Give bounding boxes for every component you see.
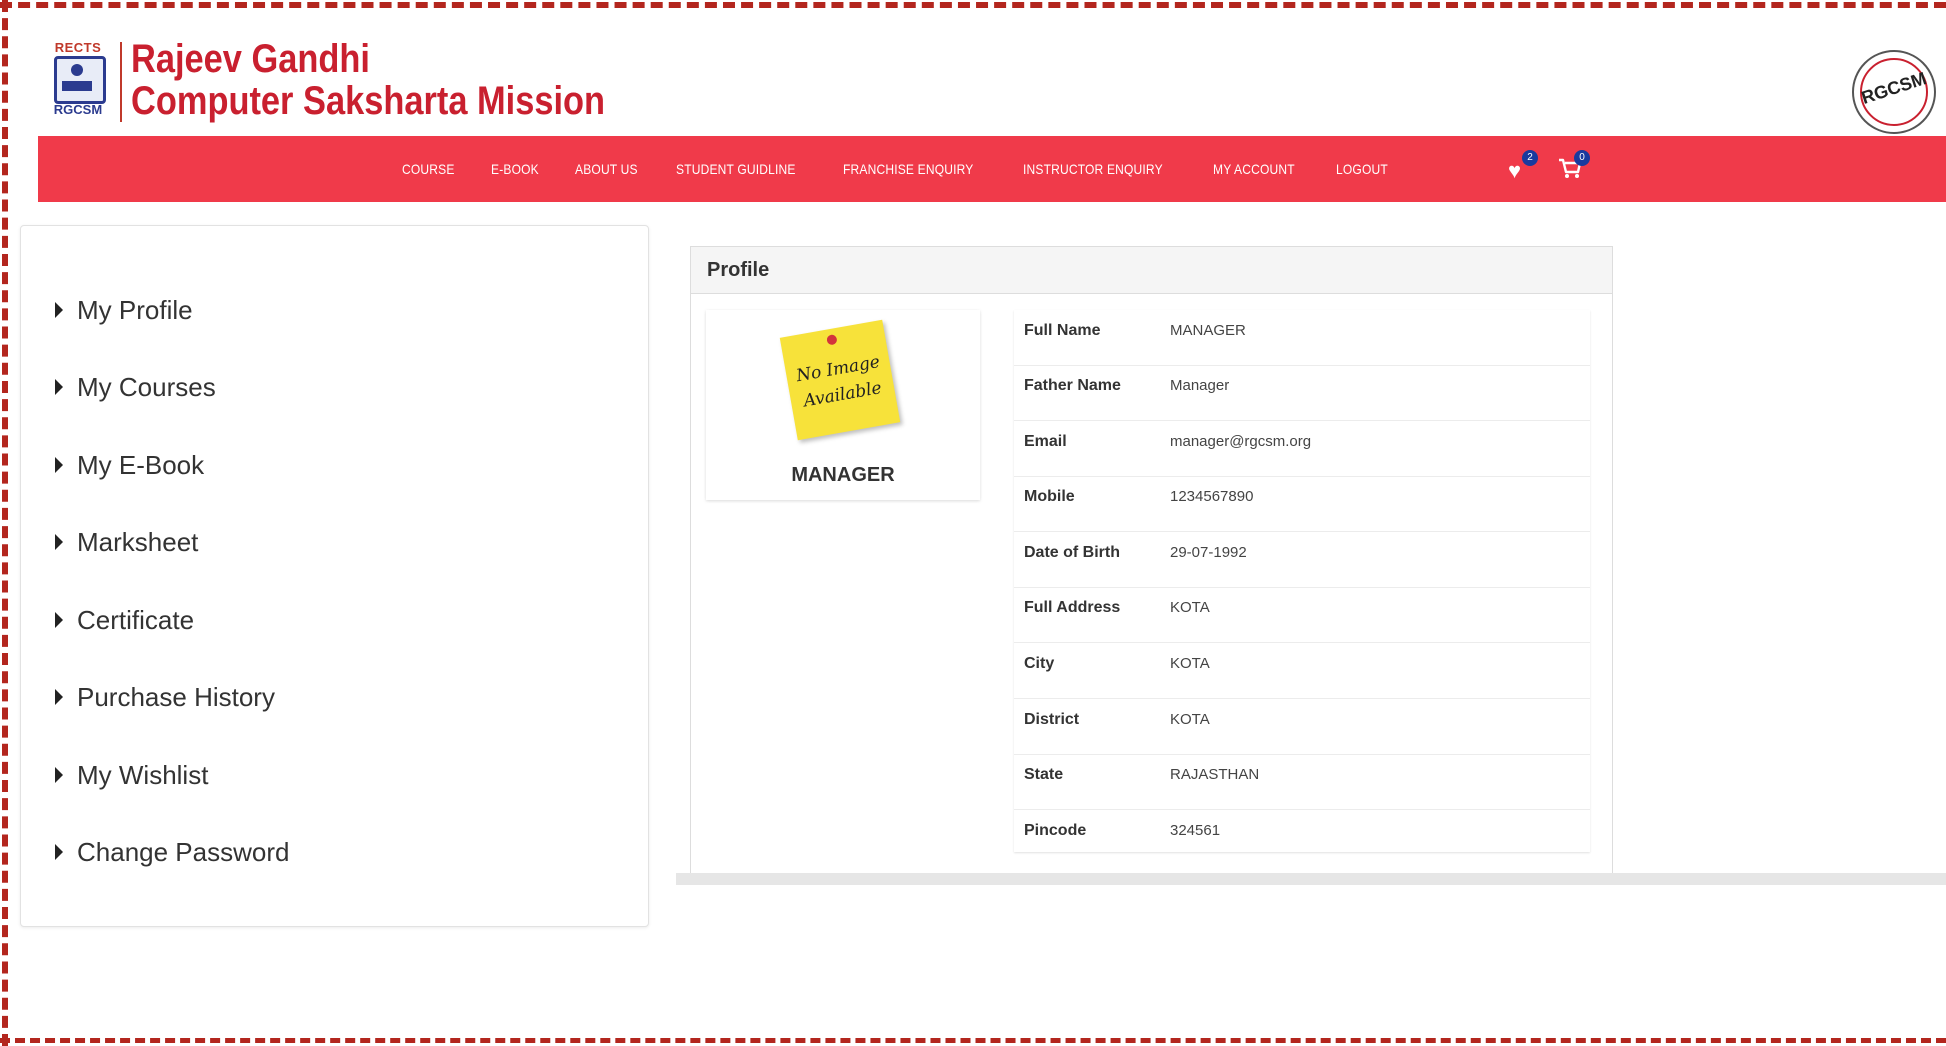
cart-count-badge: 0 [1574,150,1590,166]
nav-item-instructor-enquiry[interactable]: INSTRUCTOR ENQUIRY [1023,161,1163,177]
field-label: Mobile [1024,488,1075,505]
sidebar-item-label: Change Password [77,836,290,867]
no-image-placeholder: No Image Available [779,319,901,441]
field-value: KOTA [1170,655,1210,672]
nav-item-student-guidline[interactable]: STUDENT GUIDLINE [676,161,796,177]
rects-logo[interactable]: RECTS RGCSM [46,40,110,118]
brand-line-2: Computer Saksharta Mission [131,79,606,123]
field-value: KOTA [1170,599,1210,616]
site-header: RECTS RGCSM Rajeev Gandhi Computer Saksh… [38,36,1938,126]
profile-details-table: Full Name MANAGER Father Name Manager Em… [1014,310,1590,852]
field-value: KOTA [1170,711,1210,728]
sidebar-item-label: Purchase History [77,681,275,712]
field-value: 29-07-1992 [1170,544,1247,561]
logo-emblem-icon [54,56,106,104]
caret-right-icon [55,689,63,705]
sidebar-item-label: My Profile [77,294,193,325]
field-label: Full Address [1024,599,1121,616]
table-row: Email manager@rgcsm.org [1014,421,1590,477]
wishlist-button[interactable]: ♥ 2 [1508,150,1538,183]
field-value: 1234567890 [1170,488,1254,505]
field-label: Date of Birth [1024,544,1120,561]
nav-menu: COURSE E-BOOK ABOUT US STUDENT GUIDLINE … [402,136,1424,202]
table-row: Date of Birth 29-07-1992 [1014,532,1590,588]
nav-item-course[interactable]: COURSE [402,161,455,177]
table-row: State RAJASTHAN [1014,754,1590,810]
sidebar-item-my-profile[interactable]: My Profile [55,293,193,327]
table-row: Full Address KOTA [1014,587,1590,643]
table-row: Mobile 1234567890 [1014,476,1590,532]
field-label: City [1024,655,1055,672]
field-label: Pincode [1024,822,1087,839]
field-label: District [1024,711,1080,728]
sidebar-item-label: My Wishlist [77,759,209,790]
pin-icon [826,334,838,346]
caret-right-icon [55,612,63,628]
sidebar-item-purchase-history[interactable]: Purchase History [55,680,275,714]
sidebar-item-my-ebook[interactable]: My E-Book [55,448,204,482]
field-value: RAJASTHAN [1170,766,1260,783]
content-scroll-bar[interactable] [676,873,1946,885]
page-frame-bottom [0,1038,1946,1043]
sidebar-item-marksheet[interactable]: Marksheet [55,525,198,559]
logo-bottom-text: RGCSM [53,102,103,117]
sidebar-item-my-wishlist[interactable]: My Wishlist [55,758,208,792]
field-value: 324561 [1170,822,1221,839]
page-frame-top [0,2,1946,8]
sidebar-item-label: My Courses [77,371,216,402]
field-value: manager@rgcsm.org [1170,433,1312,450]
caret-right-icon [55,302,63,318]
profile-photo-card: No Image Available MANAGER [706,310,980,500]
field-label: State [1024,766,1064,783]
page-frame-left [2,0,8,1046]
logo-divider [120,42,122,122]
wishlist-count-badge: 2 [1522,150,1538,166]
main-navbar: COURSE E-BOOK ABOUT US STUDENT GUIDLINE … [38,136,1946,202]
table-row: Pincode 324561 [1014,810,1590,865]
sidebar-item-label: Certificate [77,604,195,635]
brand-title[interactable]: Rajeev Gandhi Computer Saksharta Mission [131,38,605,122]
rgcsm-seal-logo: RGCSM [1852,50,1936,134]
logo-top-text: RECTS [54,40,102,55]
table-row: Full Name MANAGER [1014,310,1590,366]
nav-item-about-us[interactable]: ABOUT US [575,161,638,177]
table-row: City KOTA [1014,643,1590,699]
table-row: District KOTA [1014,699,1590,755]
profile-panel-header: Profile [691,247,1612,294]
profile-name: MANAGER [791,464,895,486]
field-value: MANAGER [1170,322,1246,339]
sidebar-item-change-password[interactable]: Change Password [55,835,289,869]
nav-item-franchise-enquiry[interactable]: FRANCHISE ENQUIRY [843,161,973,177]
sidebar-item-certificate[interactable]: Certificate [55,603,194,637]
nav-item-my-account[interactable]: MY ACCOUNT [1213,161,1295,177]
heart-icon: ♥ [1508,158,1522,183]
cart-button[interactable]: 0 [1558,150,1590,182]
profile-panel-title: Profile [707,259,770,281]
caret-right-icon [55,379,63,395]
table-row: Father Name Manager [1014,365,1590,421]
field-label: Full Name [1024,322,1101,339]
caret-right-icon [55,767,63,783]
caret-right-icon [55,457,63,473]
account-sidebar: My Profile My Courses My E-Book Markshee… [20,225,649,927]
field-label: Email [1024,433,1067,450]
sidebar-item-label: My E-Book [77,449,205,480]
nav-item-ebook[interactable]: E-BOOK [491,161,539,177]
caret-right-icon [55,844,63,860]
field-value: Manager [1170,377,1230,394]
sidebar-item-label: Marksheet [77,526,199,557]
field-label: Father Name [1024,377,1121,394]
no-image-text: No Image Available [794,351,884,412]
brand-line-1: Rajeev Gandhi [131,37,370,81]
caret-right-icon [55,534,63,550]
nav-item-logout[interactable]: LOGOUT [1336,161,1388,177]
sidebar-item-my-courses[interactable]: My Courses [55,370,216,404]
